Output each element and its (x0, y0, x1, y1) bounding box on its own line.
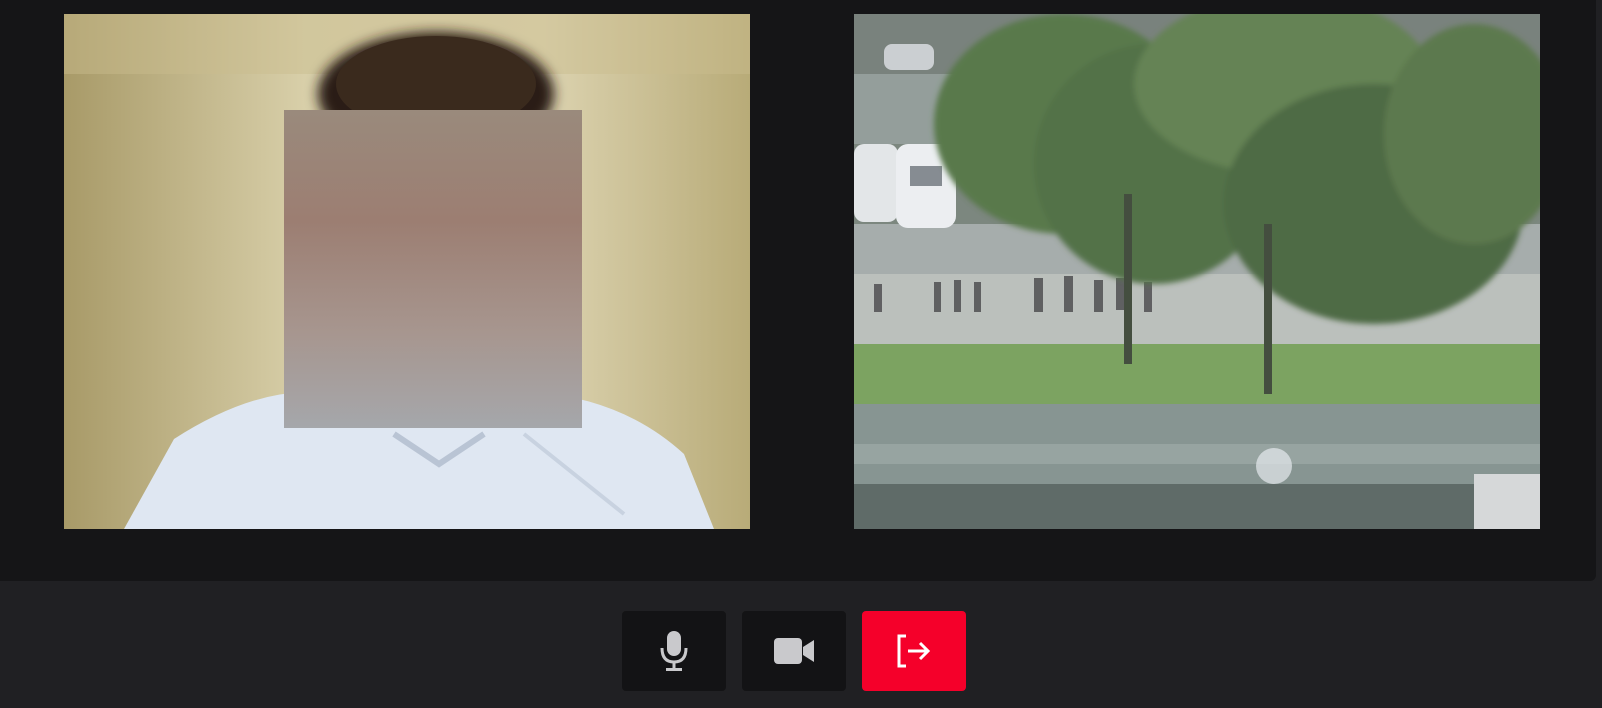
microphone-icon (660, 631, 688, 671)
local-video-feed (64, 14, 750, 529)
camera-toggle-button[interactable] (742, 611, 846, 691)
video-grid (0, 0, 1596, 581)
video-camera-icon (774, 638, 814, 664)
remote-video-tile (854, 14, 1540, 529)
remote-video-feed (854, 14, 1540, 529)
leave-call-button[interactable] (862, 611, 966, 691)
local-video-tile (64, 14, 750, 529)
microphone-toggle-button[interactable] (622, 611, 726, 691)
face-blur-overlay (284, 110, 582, 428)
leave-call-icon (897, 634, 931, 668)
